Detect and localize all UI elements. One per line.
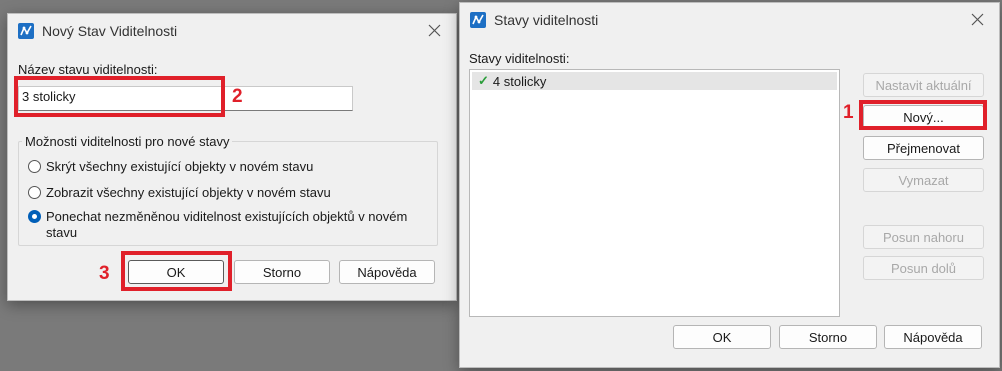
step-2-marker: 2 — [232, 86, 243, 107]
highlight-new-button — [859, 100, 987, 130]
close-button[interactable] — [963, 7, 993, 33]
dialog-title: Stavy viditelnosti — [494, 12, 599, 28]
step-1-marker: 1 — [843, 102, 854, 123]
visibility-states-dialog: Stavy viditelnosti Stavy viditelnosti: ✓… — [459, 2, 1000, 368]
ok-button[interactable]: OK — [673, 325, 771, 349]
step-3-marker: 3 — [99, 263, 110, 284]
title-bar: Nový Stav Viditelnosti — [8, 14, 456, 48]
option-keep-unchanged[interactable]: Ponechat nezměněnou viditelnost existují… — [28, 209, 418, 241]
close-button[interactable] — [420, 18, 450, 44]
option-label: Skrýt všechny existující objekty v novém… — [46, 159, 314, 174]
option-label: Ponechat nezměněnou viditelnost existují… — [46, 209, 408, 240]
move-up-button[interactable]: Posun nahoru — [863, 225, 984, 249]
close-icon — [971, 13, 984, 26]
states-list-label: Stavy viditelnosti: — [469, 51, 570, 66]
help-button[interactable]: Nápověda — [339, 260, 435, 284]
option-label: Zobrazit všechny existující objekty v no… — [46, 185, 331, 200]
rename-button[interactable]: Přejmenovat — [863, 136, 984, 160]
visibility-state-icon — [18, 23, 34, 39]
highlight-ok-button — [121, 251, 232, 291]
help-button[interactable]: Nápověda — [884, 325, 982, 349]
check-icon: ✓ — [478, 73, 489, 88]
highlight-state-name — [14, 76, 225, 117]
option-show-all[interactable]: Zobrazit všechny existující objekty v no… — [28, 185, 331, 201]
list-item-label: 4 stolicky — [492, 73, 547, 89]
visibility-options-title: Možnosti viditelnosti pro nové stavy — [22, 134, 233, 149]
delete-button[interactable]: Vymazat — [863, 168, 984, 192]
new-visibility-state-dialog: Nový Stav Viditelnosti Název stavu vidit… — [7, 13, 457, 301]
cancel-button[interactable]: Storno — [234, 260, 330, 284]
move-down-button[interactable]: Posun dolů — [863, 256, 984, 280]
set-current-button[interactable]: Nastavit aktuální — [863, 73, 984, 97]
cancel-button[interactable]: Storno — [779, 325, 877, 349]
close-icon — [428, 24, 441, 37]
dialog-title: Nový Stav Viditelnosti — [42, 23, 178, 39]
list-item[interactable]: ✓ 4 stolicky — [472, 72, 837, 90]
radio-button-selected[interactable] — [28, 210, 41, 223]
radio-button[interactable] — [28, 186, 41, 199]
visibility-state-icon — [470, 12, 486, 28]
states-list[interactable]: ✓ 4 stolicky — [469, 69, 840, 317]
option-hide-all[interactable]: Skrýt všechny existující objekty v novém… — [28, 159, 313, 175]
radio-button[interactable] — [28, 160, 41, 173]
title-bar: Stavy viditelnosti — [460, 3, 999, 37]
state-name-label: Název stavu viditelnosti: — [18, 62, 158, 77]
